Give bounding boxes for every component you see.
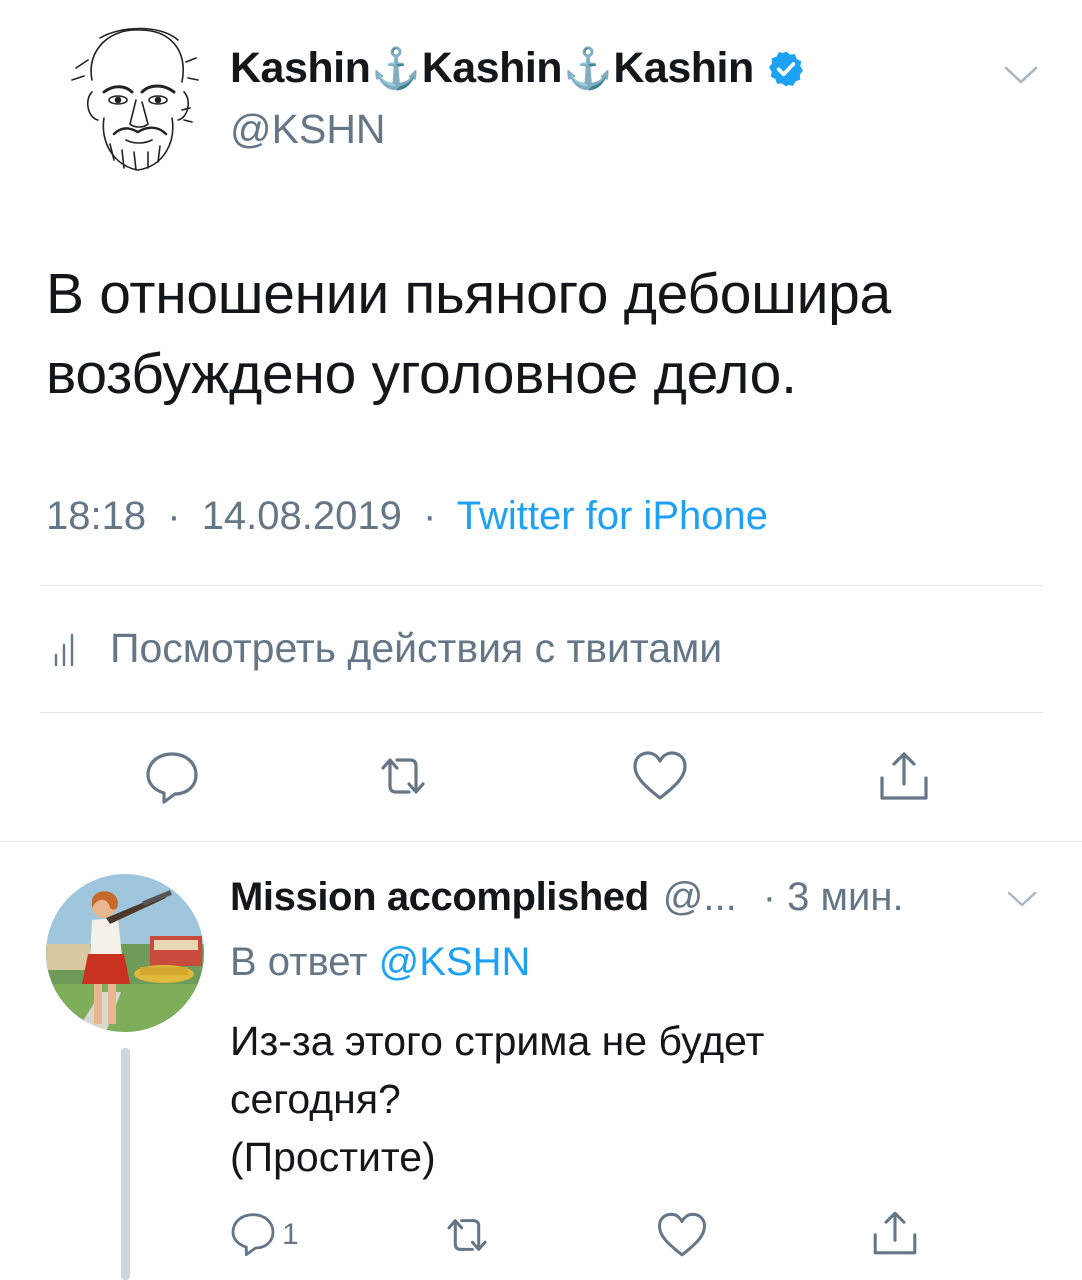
name-part: Kashin: [230, 44, 371, 92]
like-icon[interactable]: [630, 746, 690, 806]
analytics-bars-icon: [54, 633, 74, 666]
author-avatar[interactable]: [70, 20, 200, 175]
verified-badge-icon: [768, 51, 803, 86]
author-display-name[interactable]: Kashin ⚓ Kashin ⚓ Kashin: [230, 44, 806, 93]
anchor-icon: ⚓: [371, 47, 421, 91]
sketch-portrait-image: [71, 27, 199, 171]
reply-author-avatar[interactable]: [46, 874, 204, 1032]
chevron-down-icon[interactable]: [1000, 60, 1042, 90]
share-icon[interactable]: [868, 1206, 922, 1260]
reply-count: 1: [282, 1218, 299, 1251]
divider: [0, 841, 1082, 842]
like-icon[interactable]: [655, 1208, 709, 1262]
retweet-icon[interactable]: [440, 1208, 494, 1262]
avatar-illustration-image: [46, 874, 204, 1032]
reply-text: Из-за этого стрима не будет сегодня? (Пр…: [230, 1012, 1030, 1186]
divider: [40, 712, 1043, 713]
reply-header: Mission accomplished @... · 3 мин.: [230, 875, 904, 920]
view-activity-button[interactable]: Посмотреть действия с твитами: [46, 625, 722, 672]
replying-to: В ответ @KSHN: [230, 940, 530, 985]
reply-timestamp: · 3 мин.: [762, 875, 904, 919]
tweet-date: 14.08.2019: [201, 494, 402, 538]
replying-to-prefix: В ответ: [230, 940, 368, 984]
author-handle[interactable]: @KSHN: [230, 106, 386, 153]
reply-author-name[interactable]: Mission accomplished: [230, 875, 649, 920]
reply-text-line: сегодня?: [230, 1076, 401, 1122]
tweet-metadata: 18:18 · 14.08.2019 · Twitter for iPhone: [46, 494, 768, 539]
tweet-source-link[interactable]: Twitter for iPhone: [457, 494, 768, 538]
tweet-text: В отношении пьяного дебошира возбуждено …: [46, 254, 1046, 414]
reply-author-handle[interactable]: @...: [663, 875, 737, 920]
replying-to-mention[interactable]: @KSHN: [379, 940, 531, 984]
retweet-icon[interactable]: [373, 746, 433, 806]
tweet-text-line: В отношении пьяного дебошира: [46, 262, 891, 326]
tweet-time: 18:18: [46, 494, 147, 538]
separator: ·: [167, 494, 181, 538]
share-icon[interactable]: [874, 746, 934, 806]
separator: ·: [423, 494, 437, 538]
name-part: Kashin: [613, 44, 754, 92]
divider: [40, 585, 1043, 586]
thread-line: [121, 1048, 130, 1280]
reply-reply-button[interactable]: 1: [228, 1208, 299, 1258]
view-activity-label: Посмотреть действия с твитами: [110, 625, 723, 671]
name-part: Kashin: [421, 44, 563, 92]
reply-text-line: (Простите): [230, 1134, 436, 1180]
reply-text-line: Из-за этого стрима не будет: [230, 1018, 765, 1064]
chevron-down-icon[interactable]: [1004, 886, 1040, 912]
tweet-text-line: возбуждено уголовное дело.: [46, 342, 797, 406]
reply-icon[interactable]: [142, 746, 202, 806]
reply-icon: [231, 1213, 275, 1257]
anchor-icon: ⚓: [563, 47, 613, 91]
